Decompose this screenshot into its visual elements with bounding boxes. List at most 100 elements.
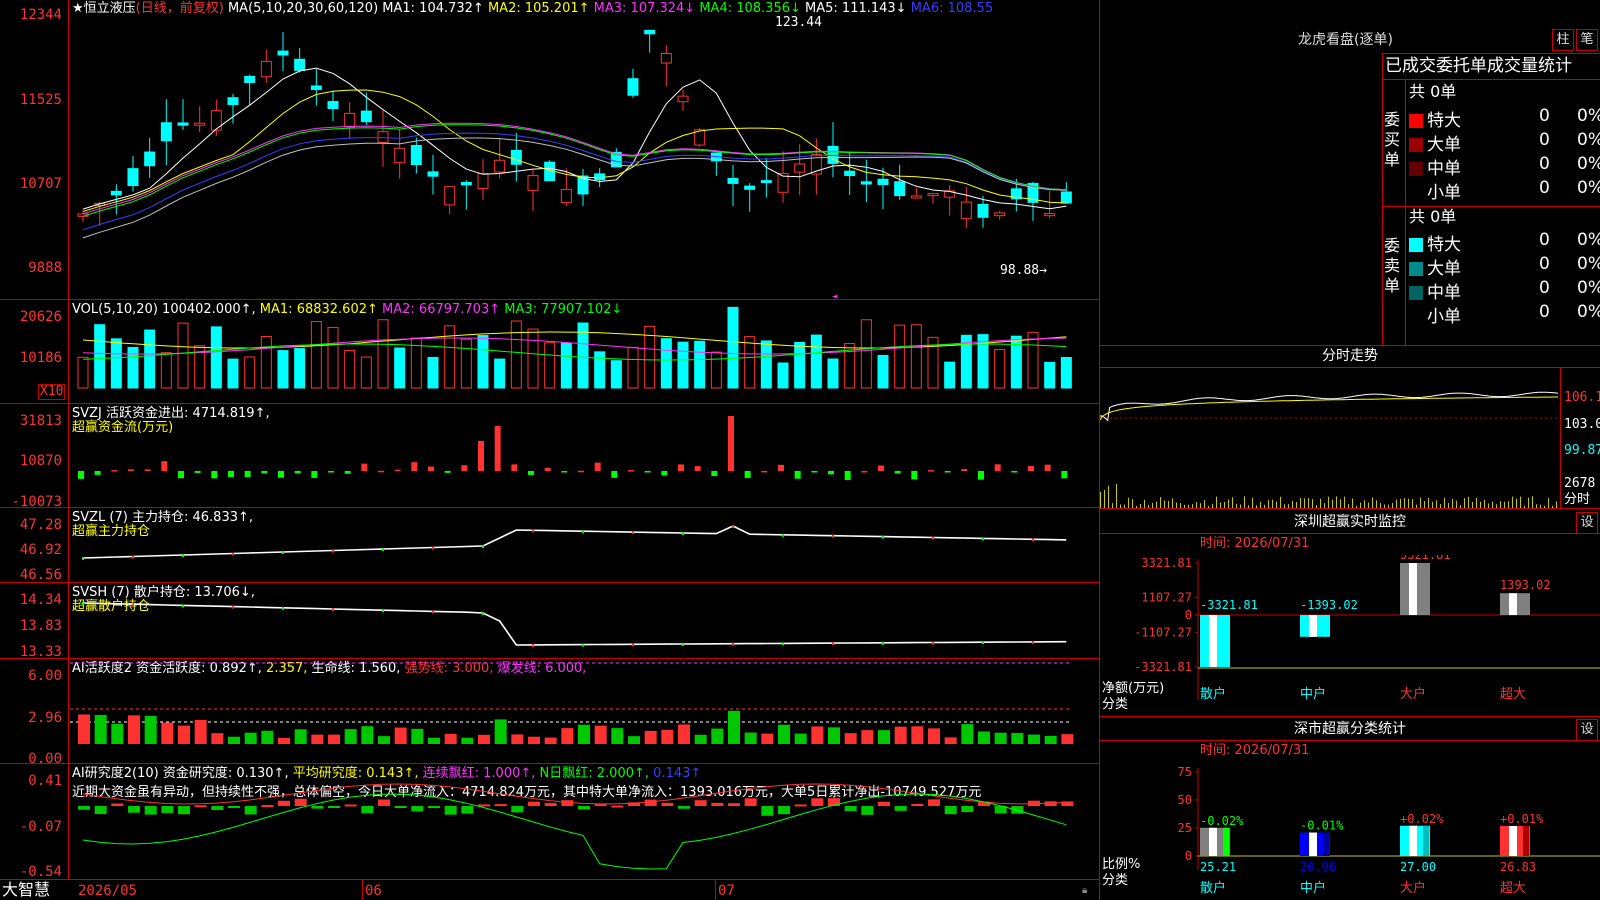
holding-tick bbox=[432, 546, 434, 550]
sz-class-settings-button[interactable]: 设 bbox=[1576, 719, 1598, 741]
activity-bar bbox=[478, 734, 490, 744]
flow-bar bbox=[761, 470, 768, 473]
candle-body bbox=[427, 171, 439, 177]
holding-tick bbox=[532, 643, 534, 647]
tick-view-button[interactable]: 笔 bbox=[1576, 29, 1598, 51]
flow-bar bbox=[94, 471, 101, 475]
y-tick: 20626 bbox=[19, 309, 62, 325]
order-row-sell: 小单 0 0% bbox=[1409, 302, 1600, 327]
activity-bar bbox=[311, 734, 324, 744]
activity-bar bbox=[894, 726, 907, 744]
lock-icon[interactable]: 🔒︎ bbox=[1082, 884, 1087, 898]
ai-activity-chart: ↑↑ bbox=[70, 659, 1074, 744]
sz-monitor-x-title: 分类 bbox=[1102, 697, 1129, 712]
sz-class-x-title: 分类 bbox=[1102, 873, 1129, 888]
intraday-volume-bar bbox=[1516, 498, 1517, 508]
volume-bar bbox=[660, 338, 672, 389]
chart-area[interactable]: ★恒立液压(日线，前复权) MA(5,10,20,30,60,120) MA1:… bbox=[0, 0, 1100, 900]
research-bar bbox=[894, 806, 907, 811]
volume-bar bbox=[444, 325, 456, 389]
change-label: +0.02% bbox=[1400, 812, 1444, 826]
candle-body bbox=[460, 182, 472, 186]
sz-monitor-settings-button[interactable]: 设 bbox=[1576, 512, 1598, 534]
value-label: 27.00 bbox=[1400, 860, 1436, 874]
research-bar bbox=[761, 806, 774, 816]
sell-side-label: 委卖单 bbox=[1384, 236, 1401, 295]
intraday-y-tick: 106.1 bbox=[1564, 390, 1600, 405]
candle-body bbox=[110, 190, 122, 196]
ratio-bar-highlight bbox=[1309, 832, 1317, 856]
value-label: 25.21 bbox=[1200, 860, 1236, 874]
flow-bar bbox=[244, 471, 251, 478]
candle-body bbox=[394, 147, 406, 164]
candle-body bbox=[344, 112, 356, 128]
volume-bar bbox=[1044, 361, 1056, 389]
volume-bar bbox=[860, 319, 872, 389]
research-bar bbox=[428, 806, 440, 808]
research-bar bbox=[544, 803, 557, 806]
intraday-volume-bar bbox=[1216, 496, 1217, 508]
candle-body bbox=[844, 170, 856, 177]
candle-body bbox=[477, 173, 489, 189]
holding-tick bbox=[782, 533, 784, 537]
activity-bar bbox=[1028, 734, 1040, 744]
research-bar bbox=[678, 806, 690, 809]
color-swatch bbox=[1409, 186, 1423, 200]
intraday-volume-bar bbox=[1396, 499, 1397, 508]
candle-body bbox=[444, 186, 456, 206]
order-row-sell: 中单 0 0% bbox=[1409, 278, 1600, 303]
holding-tick bbox=[482, 612, 484, 615]
order-count: 0 bbox=[1539, 230, 1550, 250]
volume-bar bbox=[994, 349, 1006, 389]
candle-body bbox=[760, 180, 772, 184]
flow-bar bbox=[261, 471, 268, 474]
color-swatch bbox=[1409, 138, 1423, 152]
order-type: 中单 bbox=[1427, 283, 1461, 303]
research-bar bbox=[211, 806, 224, 810]
holding-tick bbox=[432, 610, 434, 614]
research-bar bbox=[911, 803, 924, 806]
research-bar bbox=[844, 806, 857, 812]
volume-bar bbox=[227, 358, 239, 389]
separator bbox=[1382, 53, 1600, 54]
candle-body bbox=[877, 178, 889, 186]
app-logo[interactable]: 大智慧 bbox=[2, 882, 50, 898]
candle-body bbox=[794, 163, 806, 173]
volume-bar bbox=[710, 351, 722, 389]
sz-class-time: 时间: 2026/07/31 bbox=[1200, 743, 1310, 758]
activity-bar bbox=[444, 733, 457, 744]
volume-bar bbox=[610, 360, 622, 389]
flow-bar bbox=[544, 467, 551, 471]
volume-bar bbox=[827, 358, 839, 389]
y-tick: 31813 bbox=[19, 413, 62, 429]
candlestick-chart[interactable] bbox=[70, 14, 1098, 299]
flow-bar bbox=[778, 464, 784, 471]
net-bar-highlight bbox=[1309, 615, 1317, 637]
holding-tick bbox=[882, 641, 884, 645]
research-bar bbox=[261, 805, 274, 808]
order-pct: 0% bbox=[1577, 302, 1600, 322]
volume-bar bbox=[594, 351, 606, 389]
holding-tick bbox=[332, 608, 334, 611]
intraday-volume-bar bbox=[1104, 489, 1105, 508]
intraday-volume-bar bbox=[1292, 500, 1293, 508]
intraday-chart[interactable] bbox=[1100, 368, 1560, 508]
sz-monitor-y-title: 净额(万元) bbox=[1102, 681, 1165, 696]
candle-body bbox=[677, 95, 689, 103]
y-tick: 0.41 bbox=[28, 773, 62, 789]
flow-bar bbox=[628, 470, 634, 472]
flow-bar bbox=[661, 471, 668, 476]
flow-bar bbox=[894, 471, 901, 474]
holding-tick bbox=[132, 603, 134, 607]
candle-body bbox=[910, 195, 922, 199]
y-tick-label: 3321.81 bbox=[1141, 556, 1192, 570]
x-axis-label: 06 bbox=[365, 883, 382, 899]
y-tick: 12344 bbox=[19, 7, 62, 23]
separator bbox=[1100, 508, 1600, 509]
activity-bar bbox=[144, 715, 157, 744]
activity-bar bbox=[961, 724, 974, 744]
intraday-volume-bar bbox=[1336, 496, 1337, 508]
holding-tick bbox=[382, 548, 384, 551]
holding-tick bbox=[182, 604, 184, 608]
bar-view-button[interactable]: 柱 bbox=[1552, 29, 1574, 51]
